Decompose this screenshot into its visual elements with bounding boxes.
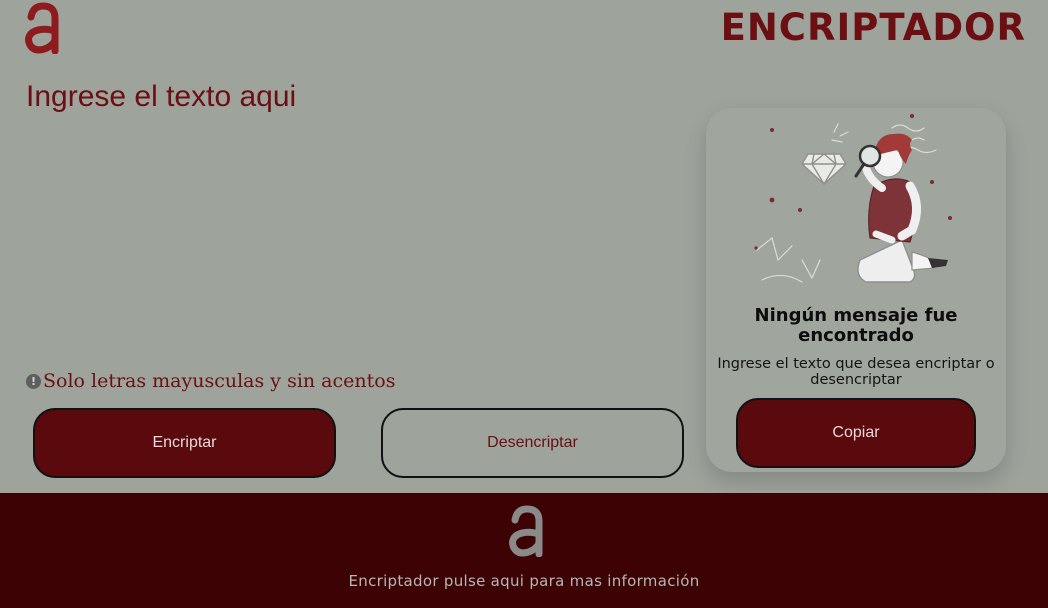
copy-button[interactable]: Copiar [736, 398, 976, 468]
app-title: ENCRIPTADOR [720, 6, 1026, 49]
letter-a-logo-icon [509, 505, 543, 557]
input-hint: ! Solo letras mayusculas y sin acentos [26, 370, 395, 392]
footer: Encriptador pulse aqui para mas informac… [0, 493, 1048, 608]
text-input[interactable] [22, 76, 682, 352]
exclamation-circle-icon: ! [26, 373, 41, 389]
letter-a-logo-icon [25, 2, 59, 54]
decrypt-button[interactable]: Desencriptar [381, 408, 684, 478]
empty-result-title: Ningún mensaje fue encontrado [754, 305, 958, 346]
empty-result-subtitle: Ingrese el texto que desea encriptar o d… [717, 356, 995, 388]
input-hint-text: Solo letras mayusculas y sin acentos [43, 370, 396, 392]
encrypt-button[interactable]: Encriptar [33, 408, 336, 478]
person-with-magnifier-illustration [754, 114, 952, 283]
more-info-link[interactable]: Encriptador pulse aqui para mas informac… [0, 572, 1048, 590]
